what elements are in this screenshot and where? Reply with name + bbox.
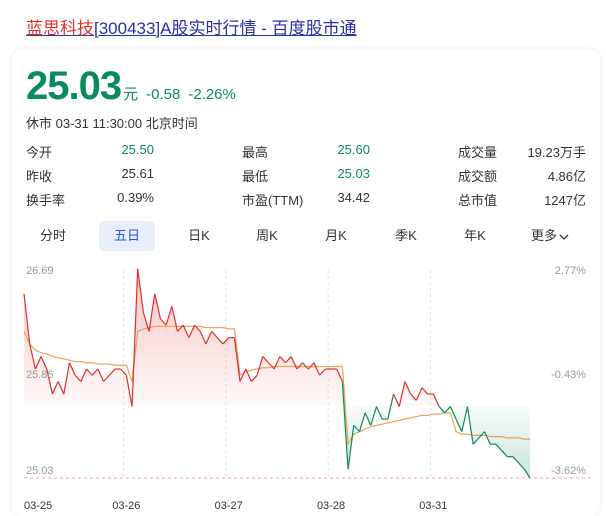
x-tick: 03-27 bbox=[215, 500, 243, 512]
stat-label: 成交额 bbox=[458, 169, 498, 184]
five-day-chart[interactable]: 26.69 25.86 25.03 2.77% -0.43% -3.62% 03-25 03-… bbox=[0, 260, 606, 516]
stat-value: 34.42 bbox=[337, 190, 370, 205]
price-change-pct: -2.26% bbox=[188, 86, 236, 103]
tab-label: 日K bbox=[188, 228, 210, 243]
tab-label: 周K bbox=[256, 228, 278, 243]
stat-value: 4.86亿 bbox=[547, 169, 586, 184]
stat-label: 昨收 bbox=[26, 169, 53, 184]
price-row: 25.03 元 -0.58 -2.26% bbox=[26, 64, 236, 110]
y-left-tick: 26.69 bbox=[26, 265, 54, 277]
y-left-tick: 25.03 bbox=[26, 465, 54, 477]
x-tick: 03-25 bbox=[24, 500, 52, 512]
tab-label: 季K bbox=[395, 228, 417, 243]
period-tabs: 分时 五日 日K 周K 月K 季K 年K 更多 bbox=[26, 221, 586, 251]
price-change: -0.58 bbox=[146, 86, 181, 103]
stat-value: 25.60 bbox=[337, 142, 370, 157]
tab-intraday[interactable]: 分时 bbox=[26, 221, 80, 251]
x-tick: 03-28 bbox=[317, 500, 345, 512]
stat-value: 0.39% bbox=[117, 190, 154, 205]
market-status: 休市 03-31 11:30:00 北京时间 bbox=[26, 116, 198, 131]
stat-label: 总市值 bbox=[458, 193, 498, 208]
stat-value: 25.61 bbox=[121, 166, 154, 181]
area-down bbox=[24, 405, 530, 478]
y-right-tick: -0.43% bbox=[551, 369, 586, 381]
tab-label: 月K bbox=[325, 228, 347, 243]
tab-more[interactable]: 更多 bbox=[520, 221, 580, 251]
title-rest[interactable]: [300433]A股实时行情 - 百度股市通 bbox=[94, 19, 357, 38]
x-tick: 03-31 bbox=[419, 500, 447, 512]
page-title-link[interactable]: 蓝思科技[300433]A股实时行情 - 百度股市通 bbox=[26, 14, 357, 39]
chevron-down-icon bbox=[559, 234, 569, 240]
tab-weekly-k[interactable]: 周K bbox=[240, 221, 294, 251]
stat-value: 1247亿 bbox=[544, 193, 586, 208]
stat-label: 成交量 bbox=[458, 145, 498, 160]
stat-value: 19.23万手 bbox=[527, 145, 586, 160]
tab-yearly-k[interactable]: 年K bbox=[448, 221, 502, 251]
stat-value: 25.50 bbox=[121, 142, 154, 157]
stock-name[interactable]: 蓝思科技 bbox=[26, 19, 94, 38]
tab-monthly-k[interactable]: 月K bbox=[309, 221, 363, 251]
y-right-tick: 2.77% bbox=[555, 265, 586, 277]
stat-label: 换手率 bbox=[26, 193, 66, 208]
y-left-tick: 25.86 bbox=[26, 369, 54, 381]
y-right-tick: -3.62% bbox=[551, 465, 586, 477]
x-tick: 03-26 bbox=[112, 500, 140, 512]
stat-label: 市盈(TTM) bbox=[242, 193, 304, 208]
stat-label: 今开 bbox=[26, 145, 53, 160]
stat-label: 最低 bbox=[242, 169, 269, 184]
tab-five-day[interactable]: 五日 bbox=[99, 221, 155, 251]
tab-label: 分时 bbox=[39, 228, 66, 243]
tab-daily-k[interactable]: 日K bbox=[172, 221, 226, 251]
area-up bbox=[24, 268, 530, 406]
tab-quarterly-k[interactable]: 季K bbox=[379, 221, 433, 251]
tab-label: 更多 bbox=[530, 228, 557, 243]
stat-label: 最高 bbox=[242, 145, 269, 160]
stat-value: 25.03 bbox=[337, 166, 370, 181]
price-unit: 元 bbox=[123, 86, 139, 103]
tab-label: 五日 bbox=[113, 228, 140, 243]
tab-label: 年K bbox=[464, 228, 486, 243]
current-price: 25.03 bbox=[26, 64, 122, 108]
